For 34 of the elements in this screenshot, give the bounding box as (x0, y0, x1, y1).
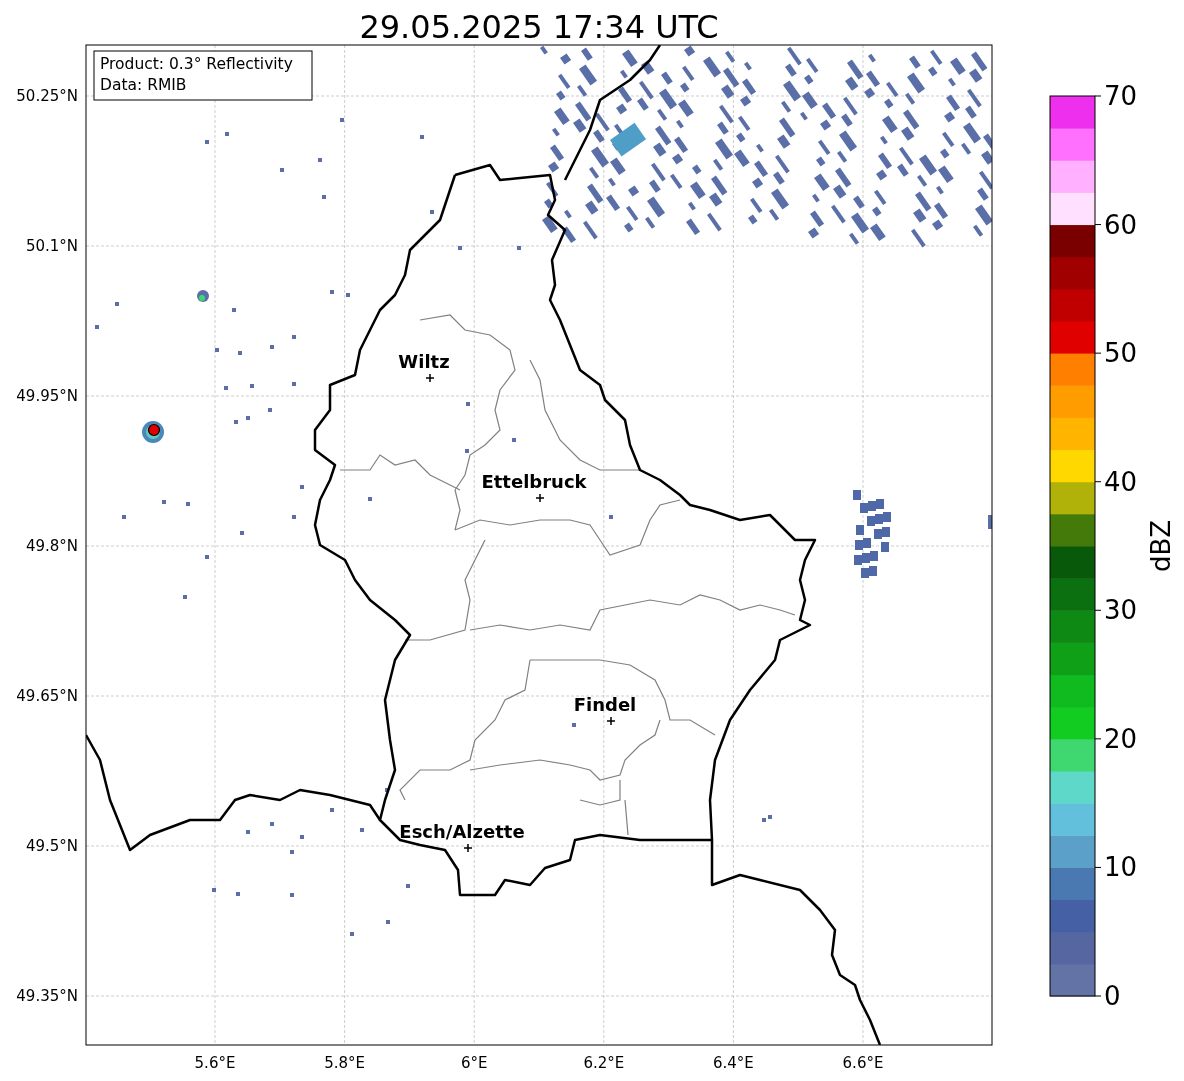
axis-tick-label: 5.8°E (324, 1054, 365, 1072)
city-label: Findel (573, 694, 637, 715)
legend-text: Product: 0.3° Reflectivity (100, 55, 293, 73)
colorbar-tick-label: 0 (1104, 981, 1121, 1011)
axis-tick-label: 6.2°E (583, 1054, 625, 1072)
colorbar-tick-label: 70 (1104, 81, 1138, 111)
axis-tick-label: 49.65°N (16, 687, 78, 705)
axis-tick-label: 5.6°E (194, 1054, 236, 1072)
city-label: Esch/Alzette (399, 821, 525, 842)
axis-tick-label: 6.6°E (842, 1054, 884, 1072)
city-marker-icon (425, 373, 435, 383)
legend-text: Data: RMIB (100, 76, 187, 94)
colorbar-tick-label: 50 (1104, 338, 1138, 369)
axis-tick-label: 6.4°E (713, 1054, 754, 1072)
chart-title: 29.05.2025 17:34 UTC (359, 8, 719, 46)
axis-tick-label: 49.95°N (16, 387, 78, 405)
axis-tick-label: 50.25°N (16, 87, 78, 105)
axis-tick-label: 50.1°N (25, 237, 78, 255)
colorbar-tick-label: 20 (1104, 723, 1138, 754)
city-marker-icon (535, 493, 545, 503)
colorbar-tick-label: 40 (1104, 466, 1138, 497)
axis-tick-label: 6°E (460, 1054, 488, 1072)
colorbar-tick-label: 10 (1104, 852, 1138, 883)
city-label: Ettelbruck (481, 471, 587, 492)
colorbar-tick-label: 60 (1104, 209, 1138, 240)
city-label: Wiltz (398, 351, 450, 372)
city-marker-icon (463, 843, 473, 853)
axis-tick-label: 49.5°N (25, 837, 78, 855)
axis-tick-label: 49.35°N (16, 987, 78, 1005)
colorbar-tick-label: 30 (1104, 595, 1138, 626)
colorbar-label: dBZ (1146, 519, 1176, 573)
city-marker-icon (606, 716, 616, 726)
axis-tick-label: 49.8°N (25, 537, 78, 555)
radar-site-icon (147, 423, 161, 437)
